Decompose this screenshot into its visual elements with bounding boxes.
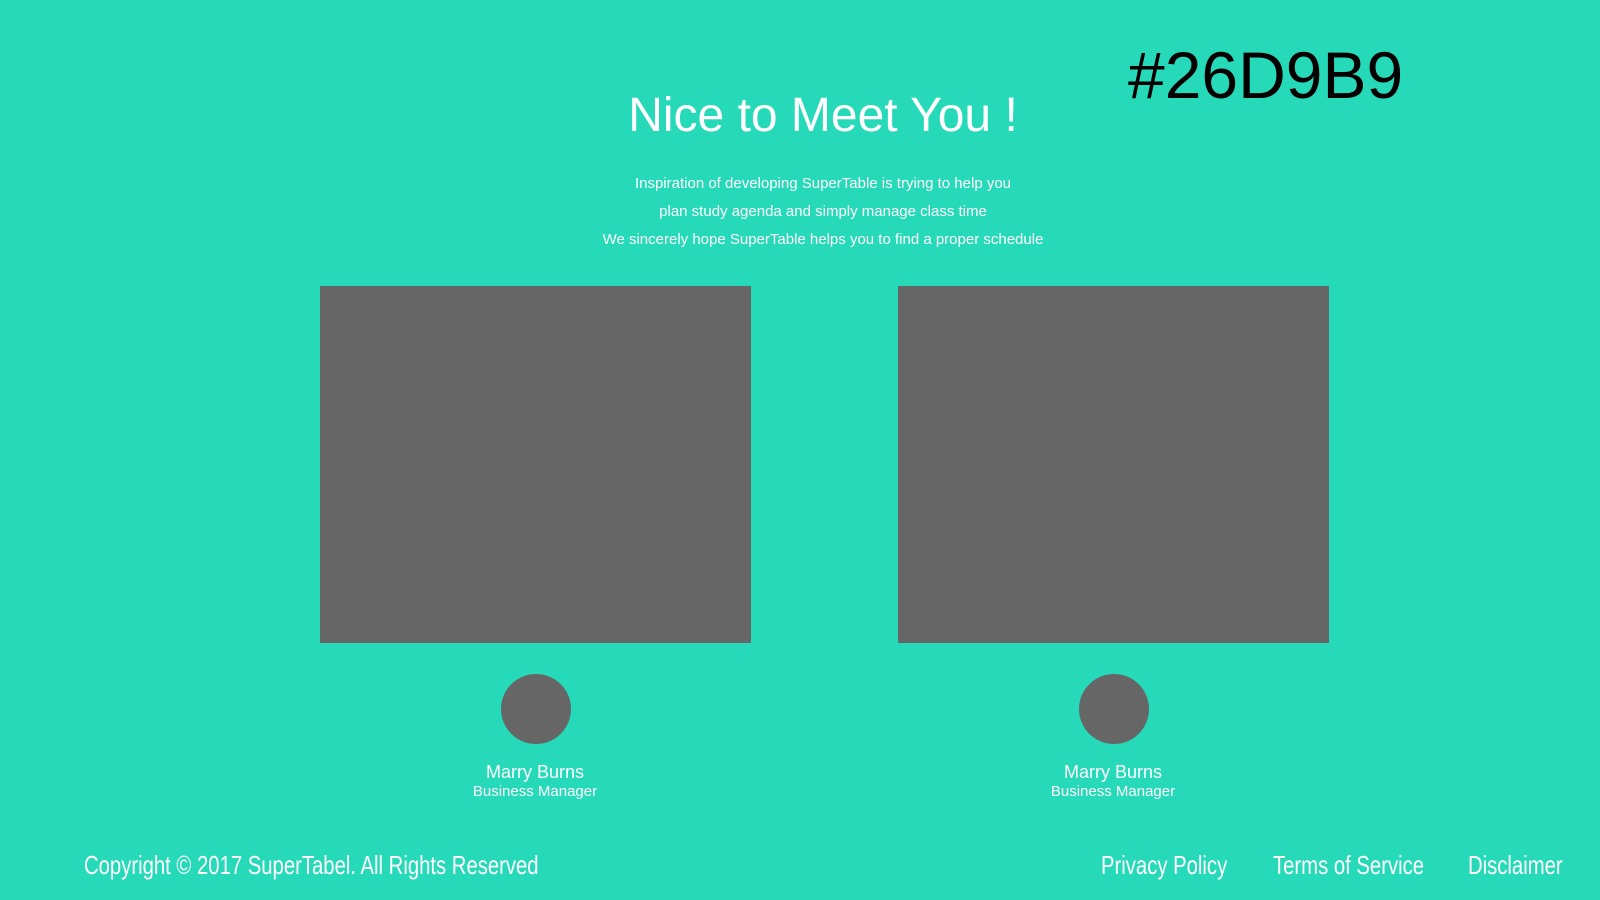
team-member-name: Marry Burns [1063,762,1162,782]
copyright-text: Copyright © 2017 SuperTabel. All Rights … [84,850,539,880]
avatar [501,674,571,744]
disclaimer-link[interactable]: Disclaimer [1468,852,1563,878]
team-member-role: Business Manager [1050,783,1176,800]
team-member-photo [320,286,751,643]
page-title: Nice to Meet You ! [628,89,1018,142]
intro-line: plan study agenda and simply manage clas… [659,203,987,220]
intro-line: Inspiration of developing SuperTable is … [634,175,1012,192]
avatar [1079,674,1149,744]
intro-line: We sincerely hope SuperTable helps you t… [602,231,1044,248]
privacy-policy-link[interactable]: Privacy Policy [1101,852,1227,878]
intro-text: Inspiration of developing SuperTable is … [0,170,1600,254]
team-member-role: Business Manager [472,783,598,800]
team-member-photo [898,286,1329,643]
terms-of-service-link[interactable]: Terms of Service [1273,852,1424,878]
team-member-name: Marry Burns [485,762,584,782]
